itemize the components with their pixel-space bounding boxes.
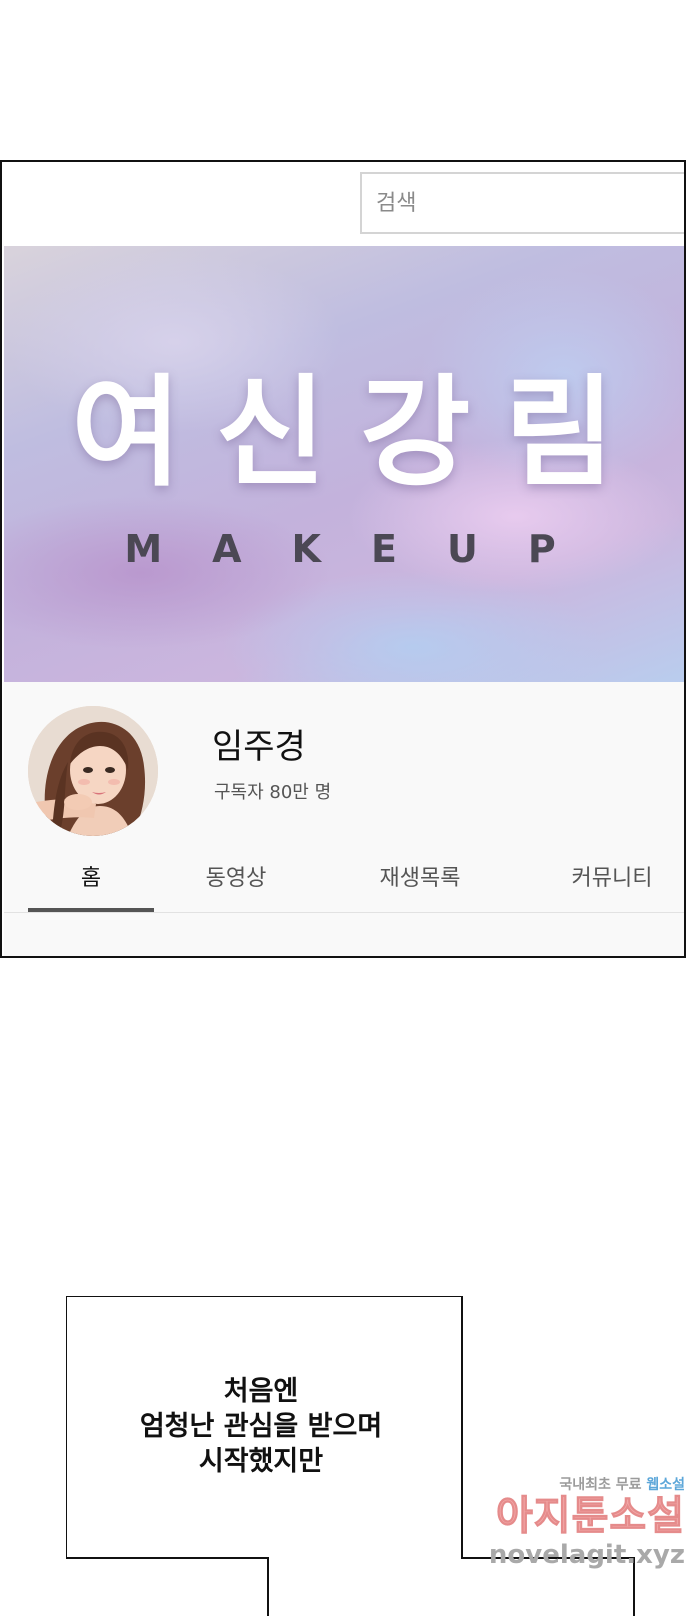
watermark-tagline-prefix: 국내최초 무료 [559,1477,642,1493]
tabs-divider [4,912,684,913]
watermark-tagline-accent: 웹소설 [646,1477,685,1493]
tab-home[interactable]: 홈 [28,860,154,912]
channel-banner: 여신강림 MAKEUP [4,246,684,682]
tab-playlists[interactable]: 재생목록 [360,860,480,912]
avatar-portrait-image [28,706,158,836]
banner-subtitle: MAKEUP [124,527,606,571]
watermark-url: novelagit.xyz [488,1540,685,1570]
narration-line: 시작했지만 [198,1446,324,1477]
watermark-brand: 아지툰소설 [496,1493,685,1539]
channel-name[interactable]: 임주경 [212,730,306,764]
narration-line: 처음엔 [223,1376,299,1407]
narration-line: 엄청난 관심을 받으며 [139,1411,383,1442]
tab-community[interactable]: 커뮤니티 [552,860,672,912]
channel-info: 임주경 구독자 80만 명 홈 동영상 재생목록 커뮤니티 [4,682,684,956]
watermark-tagline: 국내최초 무료 웹소설 [470,1478,685,1492]
search-box[interactable] [360,172,684,234]
avatar[interactable] [28,706,158,836]
narration-text: 처음엔 엄청난 관심을 받으며 시작했지만 [66,1374,456,1479]
banner-title: 여신강림 [71,364,649,503]
subscriber-count: 구독자 80만 명 [214,782,332,803]
channel-tabs: 홈 동영상 재생목록 커뮤니티 [4,860,684,912]
channel-page-panel: 여신강림 MAKEUP [0,160,686,958]
watermark: 국내최초 무료 웹소설 아지툰소설 novelagit.xyz [470,1478,685,1600]
search-input[interactable] [362,174,684,232]
tab-videos[interactable]: 동영상 [186,860,286,912]
